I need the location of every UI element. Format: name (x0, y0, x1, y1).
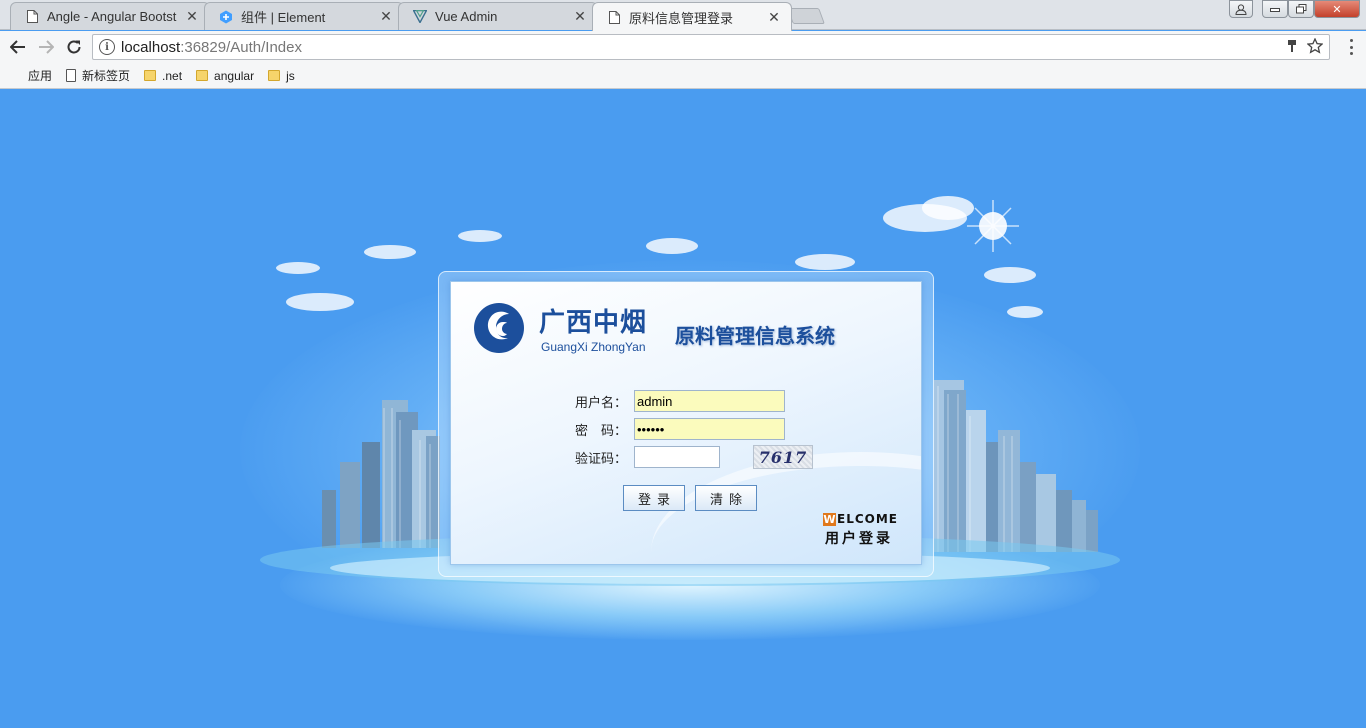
username-input[interactable] (634, 390, 785, 412)
reload-icon[interactable] (64, 37, 84, 57)
welcome-rest: ELCOME (837, 512, 898, 526)
url-host: localhost (121, 38, 181, 56)
password-label: 密 码： (575, 422, 628, 438)
tab-angle[interactable]: Angle - Angular Bootst ✕ (10, 2, 210, 30)
folder-icon (144, 70, 157, 81)
welcome-text: WELCOME (823, 512, 898, 526)
element-logo-icon (219, 10, 233, 24)
bookmark-dotnet[interactable]: .net (144, 69, 182, 83)
login-panel: 广西中烟 GuangXi ZhongYan 原料管理信息系统 用户名： 密 码：… (450, 281, 922, 565)
login-page: 广西中烟 GuangXi ZhongYan 原料管理信息系统 用户名： 密 码：… (0, 90, 1366, 728)
clear-button[interactable]: 清除 (695, 485, 757, 511)
profile-icon[interactable] (1229, 0, 1253, 18)
tab-title: 组件 | Element (241, 10, 326, 25)
close-icon[interactable]: ✕ (185, 8, 199, 25)
browser-toolbar: i localhost:36829/Auth/Index (0, 31, 1366, 63)
system-title: 原料管理信息系统 (675, 324, 835, 348)
tab-element[interactable]: 组件 | Element ✕ (204, 2, 404, 30)
folder-icon (196, 70, 209, 81)
bookmark-label: 新标签页 (82, 69, 131, 83)
bookmark-label: js (286, 68, 295, 83)
menu-icon[interactable] (1350, 39, 1354, 55)
bookmark-angular[interactable]: angular (196, 69, 254, 83)
tab-title: 原料信息管理登录 (629, 10, 734, 26)
page-icon (25, 10, 39, 24)
vue-logo-icon (413, 10, 427, 24)
back-arrow-icon[interactable] (8, 37, 28, 57)
close-icon[interactable]: ✕ (379, 8, 393, 25)
tab-login-active[interactable]: 原料信息管理登录 ✕ (592, 2, 792, 31)
tab-strip: Angle - Angular Bootst ✕ 组件 | Element ✕ … (0, 0, 1366, 31)
bookmark-label: .net (162, 68, 183, 83)
username-label: 用户名： (575, 394, 628, 410)
bookmark-js[interactable]: js (268, 69, 295, 83)
brand-name-chinese: 广西中烟 (539, 308, 648, 338)
captcha-input[interactable] (634, 446, 720, 468)
address-bar[interactable]: i localhost:36829/Auth/Index (92, 34, 1330, 60)
forward-arrow-icon[interactable] (36, 37, 56, 57)
company-logo-icon (474, 303, 524, 353)
page-icon (607, 10, 621, 24)
close-icon[interactable]: ✕ (767, 9, 781, 26)
tab-vue-admin[interactable]: Vue Admin ✕ (398, 2, 598, 30)
bookmark-new-tab[interactable]: 新标签页 (66, 67, 130, 84)
restore-icon[interactable] (1288, 0, 1314, 18)
tab-title: Vue Admin (435, 9, 498, 24)
bookmark-apps[interactable]: 应用 (10, 67, 52, 84)
captcha-image[interactable]: 7617 (753, 445, 813, 469)
folder-icon (268, 70, 281, 81)
url-path: :36829/Auth/Index (180, 38, 302, 56)
bookmarks-bar: 应用 新标签页 .net angular js (0, 63, 1366, 89)
info-icon[interactable]: i (99, 39, 115, 55)
close-window-icon[interactable]: ✕ (1314, 0, 1360, 18)
minimize-icon[interactable] (1262, 0, 1288, 18)
login-button[interactable]: 登录 (623, 485, 685, 511)
star-icon[interactable] (1306, 37, 1324, 58)
tab-title: Angle - Angular Bootst (47, 9, 177, 24)
paint-brush-icon[interactable] (1287, 39, 1297, 57)
password-input[interactable] (634, 418, 785, 440)
bookmark-label: 应用 (28, 69, 53, 83)
welcome-subtitle: 用户登录 (825, 531, 893, 547)
close-icon[interactable]: ✕ (573, 8, 587, 25)
new-tab-button[interactable] (787, 8, 825, 24)
bookmark-label: angular (214, 68, 255, 83)
brand-name-english: GuangXi ZhongYan (541, 340, 646, 354)
welcome-initial: W (823, 513, 836, 526)
page-icon (66, 69, 77, 82)
captcha-label: 验证码： (575, 450, 628, 466)
apps-icon (10, 70, 22, 82)
